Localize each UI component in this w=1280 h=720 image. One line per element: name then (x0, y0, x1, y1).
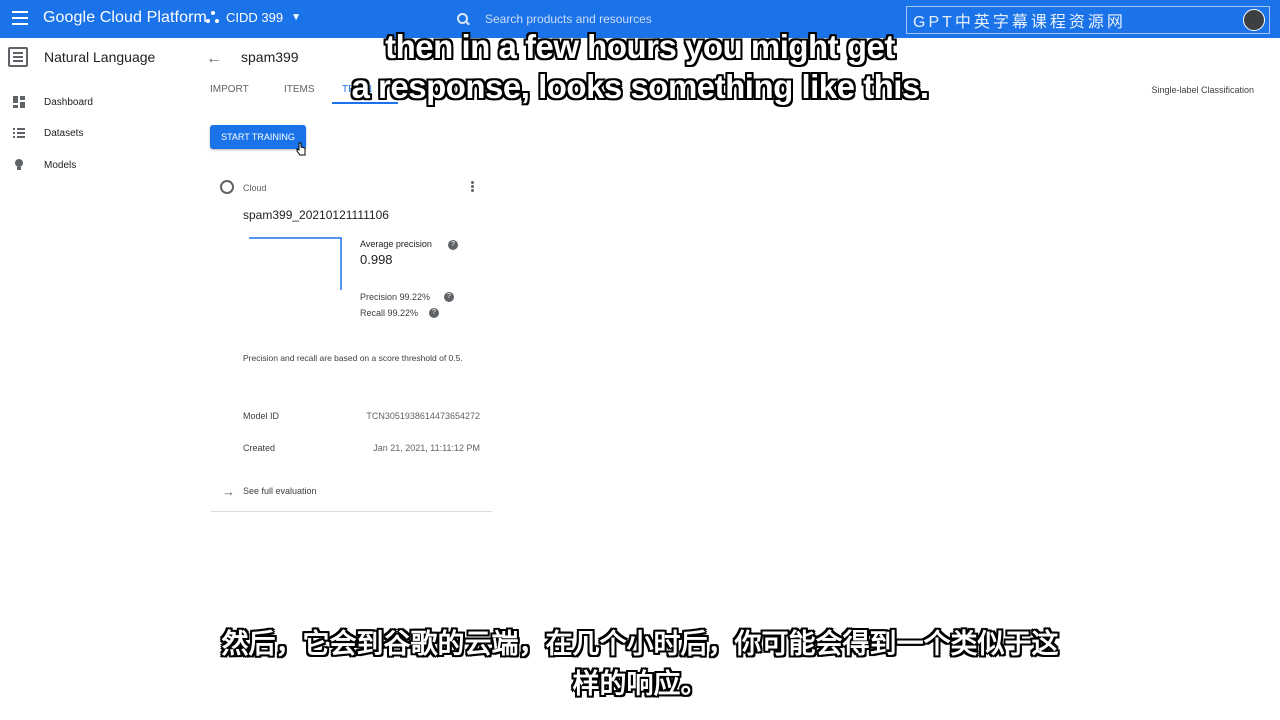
subtitle-chinese-line1: 然后，它会到谷歌的云端，在几个小时后，你可能会得到一个类似于这 (221, 629, 1059, 659)
average-precision-label: Average precision (360, 239, 432, 249)
help-icon[interactable]: ? (448, 240, 458, 250)
project-name: CIDD 399 (226, 10, 284, 25)
search-icon (457, 13, 469, 25)
see-full-evaluation-link[interactable]: See full evaluation (243, 486, 317, 496)
more-options-icon[interactable] (471, 181, 475, 195)
help-icon[interactable]: ? (444, 292, 454, 302)
cloud-icon (220, 180, 234, 194)
sidebar-item-models[interactable]: Models (0, 151, 196, 179)
gcp-brand[interactable]: Google Cloud Platform (43, 9, 207, 27)
arrow-right-icon: → (222, 484, 235, 499)
subtitle-english-line1: then in a few hours you might get (385, 28, 895, 65)
model-name[interactable]: spam399_20210121111106 (243, 208, 389, 222)
created-label: Created (243, 443, 276, 453)
start-training-button[interactable]: START TRAINING (210, 125, 306, 149)
recall-value: Recall 99.22% (360, 308, 419, 318)
sidebar-item-datasets[interactable]: Datasets (0, 119, 196, 147)
sidebar: Natural Language Dashboard Datasets Mode… (0, 38, 196, 720)
sidebar-item-label: Datasets (44, 127, 84, 139)
model-location: Cloud (243, 183, 267, 193)
subtitle-chinese-line2: 样的响应。 (572, 669, 708, 699)
threshold-note: Precision and recall are based on a scor… (243, 353, 463, 363)
help-icon[interactable]: ? (429, 308, 439, 318)
model-id-value: TCN3051938614473654272 (366, 411, 480, 421)
model-card: Cloud spam399_20210121111106 Average pre… (211, 170, 492, 512)
created-value: Jan 21, 2021, 11:11:12 PM (373, 443, 480, 453)
project-icon (206, 10, 220, 25)
sidebar-item-label: Models (44, 159, 77, 171)
list-icon (13, 128, 25, 138)
subtitle-english-line2: a response, looks something like this. (351, 68, 930, 105)
chevron-down-icon: ▼ (291, 12, 301, 23)
precision-recall-curve (249, 237, 342, 290)
lightbulb-icon (15, 159, 23, 170)
average-precision-value: 0.998 (360, 252, 393, 267)
menu-icon[interactable] (12, 11, 28, 25)
search-placeholder: Search products and resources (485, 12, 652, 26)
precision-value: Precision 99.22% (360, 292, 431, 302)
project-selector[interactable]: CIDD 399 ▼ (206, 10, 301, 25)
pointer-cursor-icon (296, 142, 306, 156)
model-id-label: Model ID (243, 411, 280, 421)
